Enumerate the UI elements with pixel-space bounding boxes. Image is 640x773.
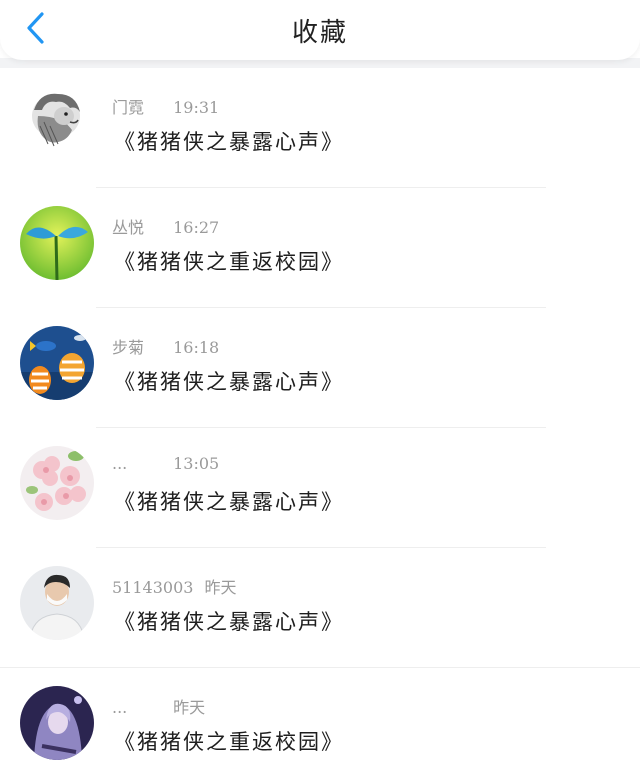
timestamp: 16:18 bbox=[173, 338, 220, 357]
lion-avatar[interactable] bbox=[20, 86, 94, 160]
item-title: 《猪猪侠之重返校园》 bbox=[114, 250, 344, 274]
list-item[interactable]: 步菊 16:18 《猪猪侠之暴露心声》 bbox=[0, 308, 640, 428]
fish-avatar[interactable] bbox=[20, 326, 94, 400]
favorites-list: 门霓 19:31 《猪猪侠之暴露心声》 丛悦 16:27 《猪猪侠之重返校园》 … bbox=[0, 68, 640, 773]
sender-name: ... bbox=[112, 698, 128, 717]
page-title: 收藏 bbox=[291, 18, 348, 48]
list-item[interactable]: 门霓 19:31 《猪猪侠之暴露心声》 bbox=[0, 68, 640, 188]
sender-name: 门霓 bbox=[112, 98, 145, 117]
list-item[interactable]: 51143003 昨天 《猪猪侠之暴露心声》 bbox=[0, 548, 640, 668]
app-screen: 收藏 门霓 19:31 《猪猪侠之暴露心声》 丛悦 16:27 《猪猪侠之重返校… bbox=[0, 0, 640, 773]
anime-avatar[interactable] bbox=[20, 686, 94, 760]
item-title: 《猪猪侠之暴露心声》 bbox=[114, 610, 344, 634]
item-title: 《猪猪侠之暴露心声》 bbox=[114, 370, 344, 394]
item-meta: 门霓 19:31 bbox=[112, 94, 219, 118]
list-item[interactable]: 丛悦 16:27 《猪猪侠之重返校园》 bbox=[0, 188, 640, 308]
item-title: 《猪猪侠之暴露心声》 bbox=[114, 130, 344, 154]
sender-name: 丛悦 bbox=[112, 218, 145, 237]
timestamp: 昨天 bbox=[204, 578, 237, 597]
sender-name: 51143003 bbox=[112, 578, 194, 597]
timestamp: 16:27 bbox=[173, 218, 220, 237]
flowers-avatar[interactable] bbox=[20, 446, 94, 520]
sender-name: 步菊 bbox=[112, 338, 145, 357]
list-item[interactable]: ... 13:05 《猪猪侠之暴露心声》 bbox=[0, 428, 640, 548]
item-meta: ... 昨天 bbox=[112, 694, 205, 718]
sprout-avatar[interactable] bbox=[20, 206, 94, 280]
item-meta: ... 13:05 bbox=[112, 454, 219, 473]
item-meta: 51143003 昨天 bbox=[112, 574, 237, 598]
top-bar: 收藏 bbox=[0, 0, 640, 60]
item-title: 《猪猪侠之暴露心声》 bbox=[114, 490, 344, 514]
list-item[interactable]: ... 昨天 《猪猪侠之重返校园》 bbox=[0, 668, 640, 773]
person-avatar[interactable] bbox=[20, 566, 94, 640]
item-meta: 步菊 16:18 bbox=[112, 334, 219, 358]
timestamp: 昨天 bbox=[173, 698, 206, 717]
timestamp: 13:05 bbox=[173, 454, 220, 473]
sender-name: ... bbox=[112, 454, 128, 473]
item-title: 《猪猪侠之重返校园》 bbox=[114, 730, 344, 754]
timestamp: 19:31 bbox=[173, 98, 220, 117]
item-meta: 丛悦 16:27 bbox=[112, 214, 219, 238]
